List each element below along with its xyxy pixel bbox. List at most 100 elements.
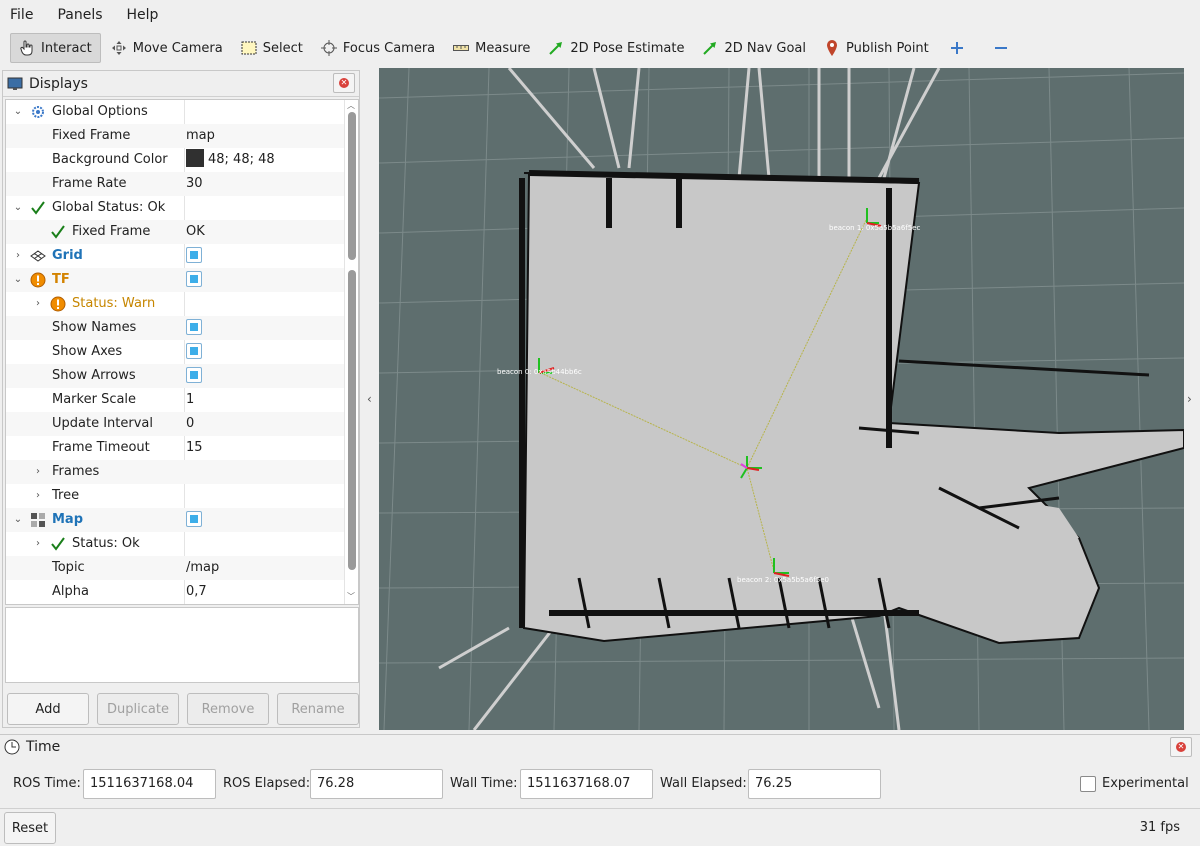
tool-interact[interactable]: Interact — [10, 33, 101, 63]
tree-row-value[interactable]: 0,7 — [186, 580, 207, 604]
tree-row-value[interactable] — [186, 316, 202, 340]
tool-publish-point[interactable]: Publish Point — [816, 33, 937, 63]
collapse-arrow-icon[interactable]: ⌄ — [12, 202, 24, 214]
collapse-arrow-icon[interactable]: ⌄ — [12, 514, 24, 526]
wall-time-field[interactable]: 1511637168.07 — [520, 769, 653, 799]
enabled-checkbox[interactable] — [186, 247, 202, 263]
expand-arrow-icon[interactable]: › — [12, 250, 24, 262]
add-button[interactable]: Add — [7, 693, 89, 725]
expand-arrow-icon[interactable]: › — [32, 538, 44, 550]
collapse-arrow-icon[interactable]: ⌄ — [12, 274, 24, 286]
rename-button[interactable]: Rename — [277, 693, 359, 725]
tree-row-value[interactable]: 48; 48; 48 — [186, 148, 275, 172]
tree-row-name: Update Interval — [52, 416, 153, 431]
menu-help[interactable]: Help — [121, 7, 165, 23]
tree-row[interactable]: Topic/map — [6, 556, 358, 580]
enabled-checkbox[interactable] — [186, 343, 202, 359]
minus-icon — [993, 40, 1009, 56]
tree-row[interactable]: › Status: Ok — [6, 532, 358, 556]
tree-row-value[interactable]: /map — [186, 556, 219, 580]
tree-row[interactable]: Fixed Frame OK — [6, 220, 358, 244]
expand-arrow-icon[interactable]: › — [32, 298, 44, 310]
tree-row-value[interactable]: 1 — [186, 388, 194, 412]
tree-row[interactable]: ⌄ Global Status: Ok — [6, 196, 358, 220]
enabled-checkbox[interactable] — [186, 319, 202, 335]
tree-row[interactable]: ⌄ Global Options — [6, 100, 358, 124]
tree-row-value[interactable]: map — [186, 124, 215, 148]
expand-arrow-icon[interactable]: › — [32, 466, 44, 478]
time-title: Time — [26, 739, 61, 755]
tree-row-value[interactable] — [186, 268, 202, 292]
tree-row[interactable]: › Grid — [6, 244, 358, 268]
tree-row-value[interactable] — [186, 508, 202, 532]
ros-elapsed-field[interactable]: 76.28 — [310, 769, 443, 799]
tree-row[interactable]: › Status: Warn — [6, 292, 358, 316]
tree-row[interactable]: Frame Timeout 15 — [6, 436, 358, 460]
tree-row[interactable]: › Frames — [6, 460, 358, 484]
tool-select[interactable]: Select — [233, 33, 311, 63]
enabled-checkbox[interactable] — [186, 271, 202, 287]
color-swatch[interactable] — [186, 149, 204, 167]
duplicate-button[interactable]: Duplicate — [97, 693, 179, 725]
tree-row[interactable]: Show Axes — [6, 340, 358, 364]
tool-toolbar: Interact Move Camera Select Focus Camera… — [0, 30, 1200, 66]
tool-2d-pose-estimate[interactable]: 2D Pose Estimate — [540, 33, 692, 63]
tree-row[interactable]: Marker Scale 1 — [6, 388, 358, 412]
ros-time-label: ROS Time: — [13, 776, 81, 791]
displays-tree[interactable]: ⌄ Global Options Fixed Frame map Background … — [5, 99, 359, 605]
remove-button[interactable]: Remove — [187, 693, 269, 725]
collapse-left-icon[interactable]: ‹ — [367, 392, 372, 406]
tree-row[interactable]: › Tree — [6, 484, 358, 508]
scroll-up-icon[interactable]: ︿ — [347, 100, 355, 111]
tree-row[interactable]: Show Arrows — [6, 364, 358, 388]
time-close-button[interactable]: ✕ — [1170, 737, 1192, 757]
displays-close-button[interactable]: ✕ — [333, 73, 355, 93]
tree-row[interactable]: Alpha 0,7 — [6, 580, 358, 604]
tree-row-value[interactable]: 30 — [186, 172, 203, 196]
menu-file[interactable]: File — [4, 7, 39, 23]
add-tool-button[interactable] — [939, 33, 981, 63]
render-viewport[interactable]: beacon 0: 0xa5b44bb6c beacon 1: 0x5a5b5a… — [379, 68, 1184, 730]
close-icon: ✕ — [1176, 742, 1186, 752]
tool-move-camera[interactable]: Move Camera — [103, 33, 231, 63]
reset-button[interactable]: Reset — [4, 812, 56, 844]
tree-row-value[interactable]: 0 — [186, 412, 194, 436]
ros-elapsed-label: ROS Elapsed: — [223, 776, 311, 791]
tree-row-value[interactable] — [186, 244, 202, 268]
tree-row[interactable]: Frame Rate 30 — [6, 172, 358, 196]
tree-row[interactable]: Background Color 48; 48; 48 — [6, 148, 358, 172]
enabled-checkbox[interactable] — [186, 511, 202, 527]
beacon-label: beacon 0: 0xa5b44bb6c — [497, 368, 582, 376]
collapse-right-icon[interactable]: › — [1187, 392, 1192, 406]
tree-row[interactable]: ⌄ Map — [6, 508, 358, 532]
ros-time-field[interactable]: 1511637168.04 — [83, 769, 216, 799]
tree-row-name: Map — [52, 512, 84, 527]
tree-row-value[interactable] — [186, 340, 202, 364]
tool-focus-camera[interactable]: Focus Camera — [313, 33, 443, 63]
tree-row[interactable]: Show Names — [6, 316, 358, 340]
tree-row-value[interactable]: 15 — [186, 436, 203, 460]
wall-elapsed-label: Wall Elapsed: — [660, 776, 747, 791]
collapse-arrow-icon[interactable]: ⌄ — [12, 106, 24, 118]
tree-row-name: Marker Scale — [52, 392, 137, 407]
enabled-checkbox[interactable] — [186, 367, 202, 383]
remove-tool-button[interactable] — [983, 33, 1025, 63]
tree-row[interactable]: ⌄ TF — [6, 268, 358, 292]
expand-arrow-icon[interactable]: › — [32, 490, 44, 502]
wall-elapsed-field[interactable]: 76.25 — [748, 769, 881, 799]
tree-row[interactable]: Fixed Frame map — [6, 124, 358, 148]
tree-row-value[interactable]: OK — [186, 220, 205, 244]
displays-panel: Displays ✕ ⌄ Global Options Fixed Frame map… — [2, 70, 360, 728]
tool-measure[interactable]: Measure — [445, 33, 538, 63]
grid-icon — [30, 248, 46, 264]
scrollbar-thumb[interactable] — [348, 112, 356, 260]
tool-2d-nav-goal[interactable]: 2D Nav Goal — [694, 33, 814, 63]
tree-row-value[interactable] — [186, 364, 202, 388]
menu-panels[interactable]: Panels — [51, 7, 108, 23]
tree-row-name: Alpha — [52, 584, 89, 599]
scroll-down-icon[interactable]: ﹀ — [347, 591, 355, 602]
check-icon — [50, 224, 66, 240]
tree-scrollbar[interactable]: ︿ ﹀ — [344, 100, 358, 604]
tree-row[interactable]: Update Interval 0 — [6, 412, 358, 436]
experimental-checkbox[interactable] — [1080, 776, 1096, 792]
